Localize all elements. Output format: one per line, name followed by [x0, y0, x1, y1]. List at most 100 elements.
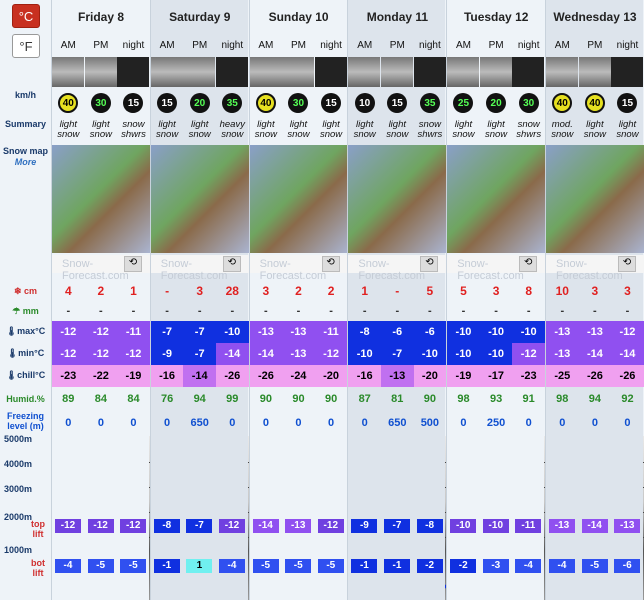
snow-map[interactable]	[546, 145, 644, 253]
freezing-value: 0	[130, 417, 137, 429]
freezing-value: 0	[97, 417, 104, 429]
max-temp-cell: -13	[249, 321, 283, 343]
min-temp: -12	[125, 348, 142, 360]
wind-speed: 40	[584, 93, 605, 113]
rain-value: -	[395, 305, 400, 317]
wind-arrow-icon: 15	[315, 93, 348, 115]
bot-lift-temp: -5	[120, 559, 147, 573]
day-header: Friday 8	[77, 10, 125, 24]
max-temp: -7	[194, 326, 205, 338]
period-label: AM	[455, 40, 471, 51]
top-lift-temp: -13	[285, 519, 312, 533]
max-temp: -8	[359, 326, 370, 338]
night-cloud-icon	[611, 57, 644, 87]
wind-arrow-icon: 40	[250, 93, 283, 115]
snow-value: 28	[225, 284, 239, 298]
chill-temp: -17	[488, 370, 505, 382]
day-header: Saturday 9	[169, 10, 231, 24]
summary-cell: mod. snow	[546, 120, 579, 140]
min-temp: -12	[323, 348, 340, 360]
top-lift-temp: -8	[153, 519, 180, 533]
freezing-value: 0	[525, 417, 532, 429]
max-temp-cell: -7	[150, 321, 184, 343]
max-temp: -10	[224, 326, 241, 338]
summary-cell: snow shwrs	[117, 120, 150, 140]
snow-value: 2	[97, 284, 105, 298]
top-lift-temp: -7	[186, 519, 213, 533]
min-temp: -14	[619, 348, 636, 360]
wind-arrow-icon: 30	[85, 93, 118, 115]
bot-lift-temp: -1	[383, 559, 410, 573]
humidity-value: 84	[94, 393, 108, 405]
freezing-value: 500	[420, 417, 440, 429]
snow-map[interactable]	[52, 145, 150, 253]
min-temp-cell: -7	[183, 343, 216, 365]
wind-speed: 30	[90, 93, 111, 113]
snow-map[interactable]	[150, 145, 249, 253]
wind-arrow-icon: 20	[480, 93, 513, 115]
min-temp: -14	[224, 348, 241, 360]
max-temp-cell: -6	[380, 321, 414, 343]
summary-line: snow	[319, 129, 343, 140]
min-temp: -13	[290, 348, 307, 360]
rain-value: -	[494, 305, 498, 317]
max-temp: -6	[392, 326, 403, 338]
cloud-snow-icon	[150, 57, 183, 87]
freezing-value: 0	[262, 417, 269, 429]
chill-temp-cell: -19	[447, 365, 480, 387]
bot-lift-temp: -1	[153, 559, 180, 573]
summary-line: snow	[583, 129, 606, 140]
day-column-2: Sunday 10 AM 40 light snow 3-90 0 -14 -5 -13 -14 -2…	[248, 0, 348, 600]
top-lift-temp: -10	[482, 519, 509, 533]
snow-value: 2	[327, 284, 335, 298]
summary-line: snow	[89, 129, 112, 140]
rotate-icon[interactable]: ⟲	[222, 256, 241, 272]
humidity-value: 84	[127, 393, 140, 405]
rain-value: -	[66, 305, 71, 317]
freezing-value: 650	[190, 417, 209, 429]
max-temp-cell: -13	[578, 321, 612, 343]
min-temp: -12	[520, 348, 537, 360]
summary-line: snow	[254, 129, 277, 140]
humidity-value: 81	[391, 393, 404, 405]
snow-map[interactable]	[348, 145, 447, 253]
max-temp-cell: -11	[117, 321, 150, 343]
wind-arrow-icon: 40	[546, 93, 579, 115]
snow-map[interactable]	[447, 145, 546, 253]
bot-lift-temp: -5	[581, 559, 608, 573]
humidity-value: 87	[358, 393, 371, 405]
rain-value: -	[362, 305, 367, 317]
summary-cell: light snow	[579, 120, 612, 140]
wind-speed: 40	[255, 93, 276, 113]
summary-line: snow	[353, 129, 376, 140]
period-label: PM	[93, 40, 109, 51]
rotate-icon[interactable]: ⟲	[321, 256, 340, 272]
period-label: AM	[357, 40, 373, 51]
period-label: AM	[554, 40, 570, 51]
min-temp-cell: -13	[282, 343, 315, 365]
rotate-icon[interactable]: ⟲	[124, 256, 142, 272]
rotate-icon[interactable]: ⟲	[420, 256, 439, 272]
cloud-snow-icon	[578, 57, 611, 87]
max-temp-cell: -8	[348, 321, 381, 343]
snow-map[interactable]	[249, 145, 348, 253]
summary-cell: light snow	[151, 120, 184, 140]
summary-line: shwrs	[417, 129, 443, 140]
wind-speed: 20	[486, 93, 507, 113]
summary-cell: light snow	[447, 120, 480, 140]
bot-lift-temp: -4	[549, 559, 575, 573]
cloud-snow-icon	[183, 57, 216, 87]
snow-value: 8	[525, 284, 533, 298]
rotate-icon[interactable]: ⟲	[519, 256, 538, 272]
bot-lift-temp: -4	[515, 559, 542, 573]
rotate-icon[interactable]: ⟲	[618, 256, 636, 272]
freezing-value: 0	[559, 417, 566, 429]
night-cloud-icon	[512, 57, 545, 87]
chill-temp-cell: -23	[512, 365, 545, 387]
max-temp-cell: -13	[546, 321, 579, 343]
wind-arrow-icon: 30	[282, 93, 315, 115]
min-temp: -14	[257, 348, 274, 360]
summary-cell: light snow	[85, 120, 118, 140]
rain-value: -	[230, 305, 235, 317]
chill-temp-cell: -20	[413, 365, 447, 387]
